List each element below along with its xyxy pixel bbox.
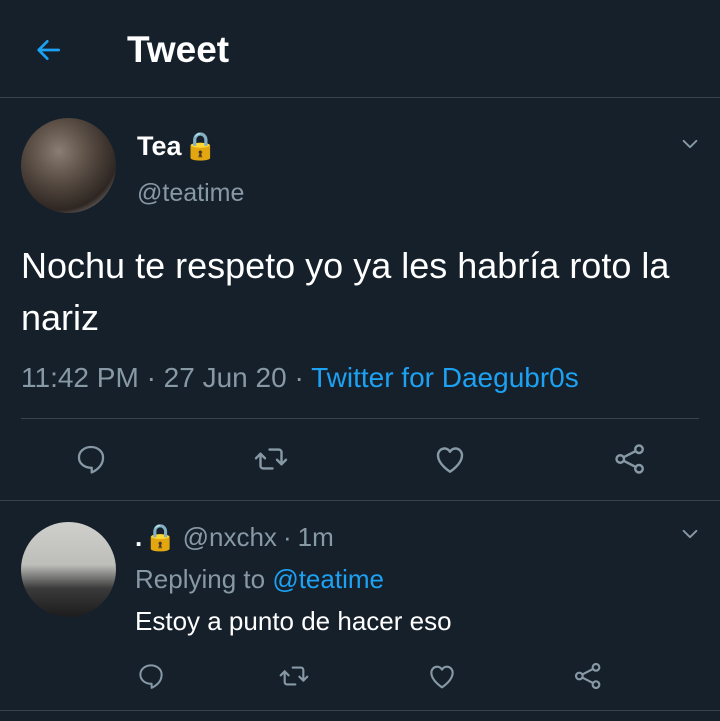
share-icon (574, 662, 601, 690)
divider (0, 710, 720, 711)
lock-icon: 🔒 (183, 131, 218, 161)
page-title: Tweet (127, 29, 230, 70)
tweet-metadata: 11:42 PM · 27 Jun 20 · Twitter for Daegu… (21, 360, 579, 396)
share-button[interactable] (606, 435, 654, 483)
tweet-time: 11:42 PM (21, 362, 139, 393)
back-button[interactable] (28, 30, 68, 70)
reply-like-button[interactable] (418, 652, 466, 700)
lock-icon: 🔒 (144, 522, 177, 552)
heart-icon (430, 665, 454, 689)
meta-separator: · (146, 362, 156, 393)
tweet-text: Nochu te respeto yo ya les habría roto l… (21, 245, 670, 338)
heart-icon (436, 447, 464, 473)
chevron-down-icon (682, 139, 698, 149)
reply-retweet-button[interactable] (270, 652, 318, 700)
author-handle[interactable]: @teatime (137, 178, 244, 208)
meta-separator: · (282, 522, 292, 552)
reply-author-avatar[interactable] (21, 522, 116, 617)
header-bar: Tweet (0, 0, 720, 98)
reply-button[interactable] (67, 435, 115, 483)
share-icon (615, 444, 644, 474)
reply-share-button[interactable] (564, 652, 612, 700)
author-name-text: Tea (137, 131, 182, 161)
tweet-date: 27 Jun 20 (163, 362, 287, 393)
chevron-down-icon (682, 529, 698, 539)
author-avatar[interactable] (21, 118, 116, 213)
reply-options-button[interactable] (676, 520, 704, 548)
author-display-name[interactable]: Tea 🔒 (137, 130, 217, 162)
retweet-icon (279, 666, 309, 686)
reply-header: . 🔒 @nxchx · 1m (135, 520, 334, 554)
reply-time: 1m (297, 522, 334, 552)
comment-icon (139, 664, 163, 689)
comment-icon (77, 445, 105, 474)
reply-text: Estoy a punto de hacer eso (135, 606, 452, 636)
replying-to-label: Replying to (135, 564, 266, 594)
reply-reply-button[interactable] (127, 652, 175, 700)
replying-to: Replying to @teatime (135, 562, 384, 596)
reply-author-handle[interactable]: @nxchx (183, 520, 277, 554)
divider (0, 500, 720, 501)
reply-author-name[interactable]: . (135, 520, 142, 554)
like-button[interactable] (426, 435, 474, 483)
meta-separator: · (294, 362, 304, 393)
retweet-button[interactable] (247, 435, 295, 483)
retweet-icon (254, 448, 288, 470)
tweet-options-button[interactable] (676, 130, 704, 158)
replying-to-mention[interactable]: @teatime (272, 564, 384, 594)
tweet-source-link[interactable]: Twitter for Daegubr0s (311, 362, 579, 393)
divider (21, 418, 699, 419)
arrow-left-icon (37, 40, 60, 60)
